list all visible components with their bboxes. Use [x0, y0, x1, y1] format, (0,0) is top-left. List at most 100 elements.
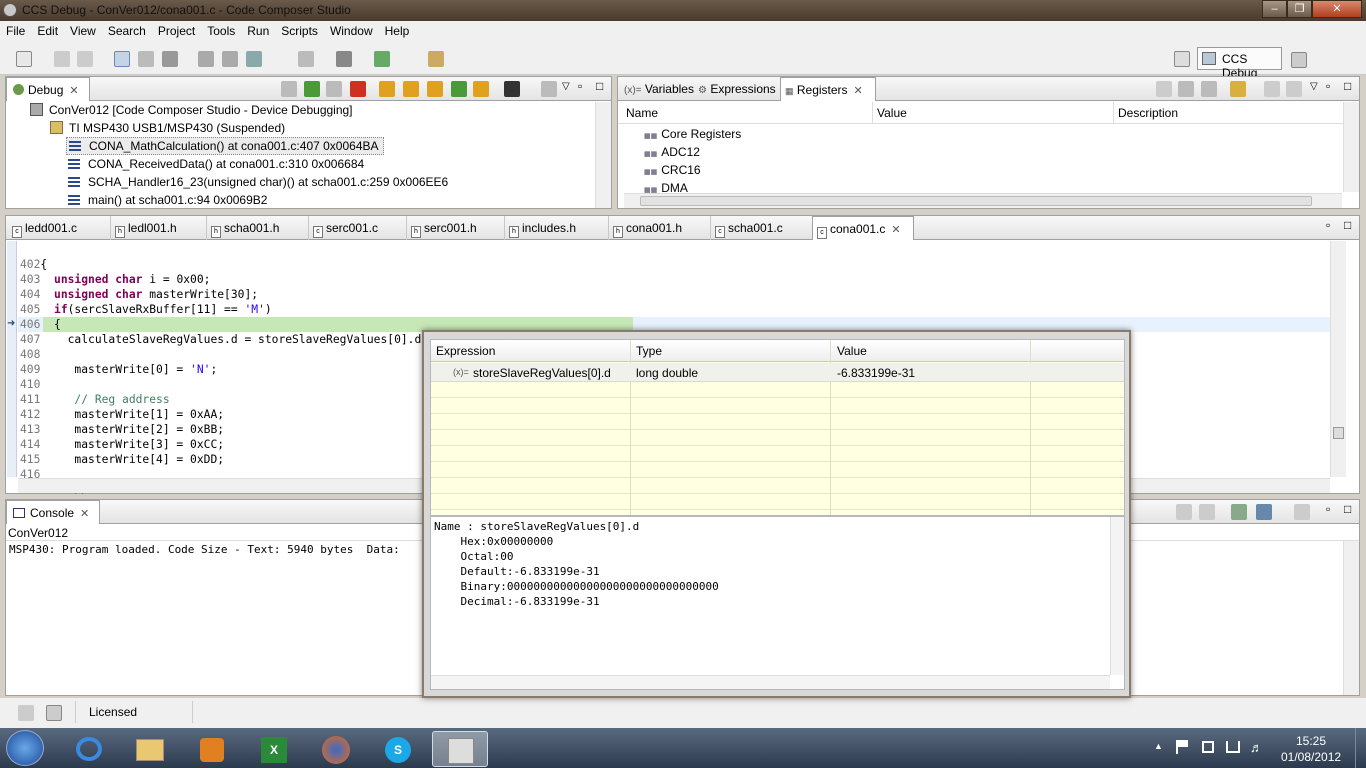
maximize-button[interactable]: ❐: [1287, 0, 1312, 18]
menu-scripts[interactable]: Scripts: [275, 21, 324, 38]
maximize-view-icon[interactable]: □: [1344, 79, 1351, 93]
new-icon[interactable]: [16, 51, 32, 67]
close-icon[interactable]: ✕: [69, 85, 78, 97]
detail-hscrollbar[interactable]: [431, 675, 1110, 689]
detail-vscrollbar[interactable]: [1110, 517, 1124, 675]
suspend-icon[interactable]: [326, 81, 342, 97]
other-perspective-icon[interactable]: [1291, 52, 1307, 68]
menu-project[interactable]: Project: [152, 21, 201, 38]
popup-col-expression[interactable]: Expression: [436, 344, 495, 358]
new-view-icon[interactable]: [1264, 81, 1280, 97]
console-output[interactable]: MSP430: Program loaded. Code Size - Text…: [9, 543, 400, 556]
minimize-view-icon[interactable]: ▫: [1326, 79, 1330, 93]
tree-row-frame[interactable]: CONA_ReceivedData() at cona001.c:310 0x0…: [68, 157, 364, 171]
popup-detail-pane[interactable]: Name : storeSlaveRegValues[0].d Hex:0x00…: [430, 516, 1125, 690]
registers-vscrollbar[interactable]: [1343, 102, 1359, 192]
popup-expression-row[interactable]: (x)= storeSlaveRegValues[0].d long doubl…: [431, 363, 1124, 382]
close-icon[interactable]: ✕: [854, 85, 863, 97]
tab-scha001-h[interactable]: h scha001.h: [206, 216, 279, 240]
col-description[interactable]: Description: [1113, 102, 1178, 124]
remove-terminated-icon[interactable]: [281, 81, 297, 97]
firefox-icon[interactable]: [308, 731, 364, 767]
tab-registers[interactable]: ▦ Registers ✕: [780, 77, 876, 101]
tab-ledl001-h[interactable]: h ledl001.h: [110, 216, 177, 240]
clock-time[interactable]: 15:25: [1296, 734, 1326, 748]
refresh-icon[interactable]: [1230, 81, 1246, 97]
terminate-icon[interactable]: [350, 81, 366, 97]
menu-window[interactable]: Window: [324, 21, 379, 38]
tab-serc001-h[interactable]: h serc001.h: [406, 216, 477, 240]
step-over-icon[interactable]: [403, 81, 419, 97]
view-menu-icon[interactable]: ▽: [562, 81, 570, 92]
save-all-icon[interactable]: [77, 51, 93, 67]
editor-vscrollbar[interactable]: [1330, 241, 1346, 477]
perspective-switcher[interactable]: CCS Debug: [1197, 47, 1282, 80]
close-icon[interactable]: ✕: [891, 224, 900, 236]
tree-row-frame[interactable]: SCHA_Handler16_23(unsigned char)() at sc…: [68, 175, 448, 189]
tab-debug[interactable]: Debug ✕: [6, 77, 90, 101]
ccs-taskbar-icon[interactable]: [432, 731, 488, 767]
tab-cona001-c[interactable]: c cona001.c ✕: [812, 216, 914, 240]
tree-row-project[interactable]: ConVer012 [Code Composer Studio - Device…: [30, 103, 353, 117]
console-scroll-lock-icon[interactable]: [1199, 504, 1215, 520]
save-icon[interactable]: [54, 51, 70, 67]
pin-icon[interactable]: [1286, 81, 1302, 97]
fast-view-icon[interactable]: [18, 705, 34, 721]
menu-help[interactable]: Help: [379, 21, 416, 38]
register-row[interactable]: ▦▦ Core Registers: [644, 127, 741, 141]
menu-view[interactable]: View: [64, 21, 102, 38]
license-icon[interactable]: [46, 705, 62, 721]
run-to-line-icon[interactable]: [473, 81, 489, 97]
minimize-button[interactable]: –: [1262, 0, 1287, 18]
debug-icon[interactable]: [198, 51, 214, 67]
tab-serc001-c[interactable]: c serc001.c: [308, 216, 378, 240]
flag-icon[interactable]: [1176, 740, 1188, 754]
tab-cona001-h[interactable]: h cona001.h: [608, 216, 682, 240]
register-row[interactable]: ▦▦ ADC12: [644, 145, 700, 159]
tree-row-frame-selected[interactable]: CONA_MathCalculation() at cona001.c:407 …: [66, 137, 384, 155]
step-return-icon[interactable]: [427, 81, 443, 97]
show-desktop-button[interactable]: [1355, 728, 1366, 768]
tab-expressions[interactable]: ⚙ Expressions: [696, 77, 776, 101]
assembly-step-icon[interactable]: [451, 81, 467, 97]
registers-toolbar-icon[interactable]: [1156, 81, 1172, 97]
run-target-icon[interactable]: [374, 51, 390, 67]
menu-tools[interactable]: Tools: [201, 21, 241, 38]
collapse-all-icon[interactable]: [1201, 81, 1217, 97]
back-icon[interactable]: [298, 51, 314, 67]
ie-icon[interactable]: [62, 731, 118, 767]
view-menu-icon[interactable]: ▽: [1310, 81, 1318, 92]
debug-scrollbar[interactable]: [595, 102, 611, 208]
menu-search[interactable]: Search: [102, 21, 152, 38]
close-window-button[interactable]: ✕: [1312, 0, 1362, 18]
console-pin-icon[interactable]: [1231, 504, 1247, 520]
connect-icon[interactable]: [138, 51, 154, 67]
maximize-view-icon[interactable]: □: [596, 79, 603, 93]
media-player-icon[interactable]: [184, 731, 240, 767]
tree-row-target[interactable]: TI MSP430 USB1/MSP430 (Suspended): [50, 121, 285, 135]
console-vscrollbar[interactable]: [1343, 541, 1359, 695]
minimize-view-icon[interactable]: ▫: [1326, 218, 1330, 232]
register-row[interactable]: ▦▦ CRC16: [644, 163, 701, 177]
minimize-view-icon[interactable]: ▫: [1326, 502, 1330, 516]
tab-includes-h[interactable]: h includes.h: [504, 216, 576, 240]
reset-icon[interactable]: [504, 81, 520, 97]
graph-icon[interactable]: [336, 51, 352, 67]
external-tools-icon[interactable]: [246, 51, 262, 67]
registers-hscrollbar[interactable]: [624, 193, 1342, 208]
clock-date[interactable]: 01/08/2012: [1281, 750, 1341, 764]
skype-icon[interactable]: S: [370, 731, 426, 767]
breakpoint-icon[interactable]: [222, 51, 238, 67]
popup-col-type[interactable]: Type: [636, 344, 662, 358]
restart-icon[interactable]: [541, 81, 557, 97]
start-button[interactable]: [6, 730, 44, 766]
tree-row-frame[interactable]: main() at scha001.c:94 0x0069B2: [68, 193, 267, 207]
menu-edit[interactable]: Edit: [31, 21, 64, 38]
popup-col-value[interactable]: Value: [837, 344, 867, 358]
col-value[interactable]: Value: [872, 102, 907, 124]
tab-console[interactable]: Console ✕: [6, 500, 100, 524]
display-console-icon[interactable]: [1256, 504, 1272, 520]
tools-icon[interactable]: [428, 51, 444, 67]
tab-variables[interactable]: (x)= Variables: [622, 77, 694, 101]
debug-view-icon[interactable]: [114, 51, 130, 67]
